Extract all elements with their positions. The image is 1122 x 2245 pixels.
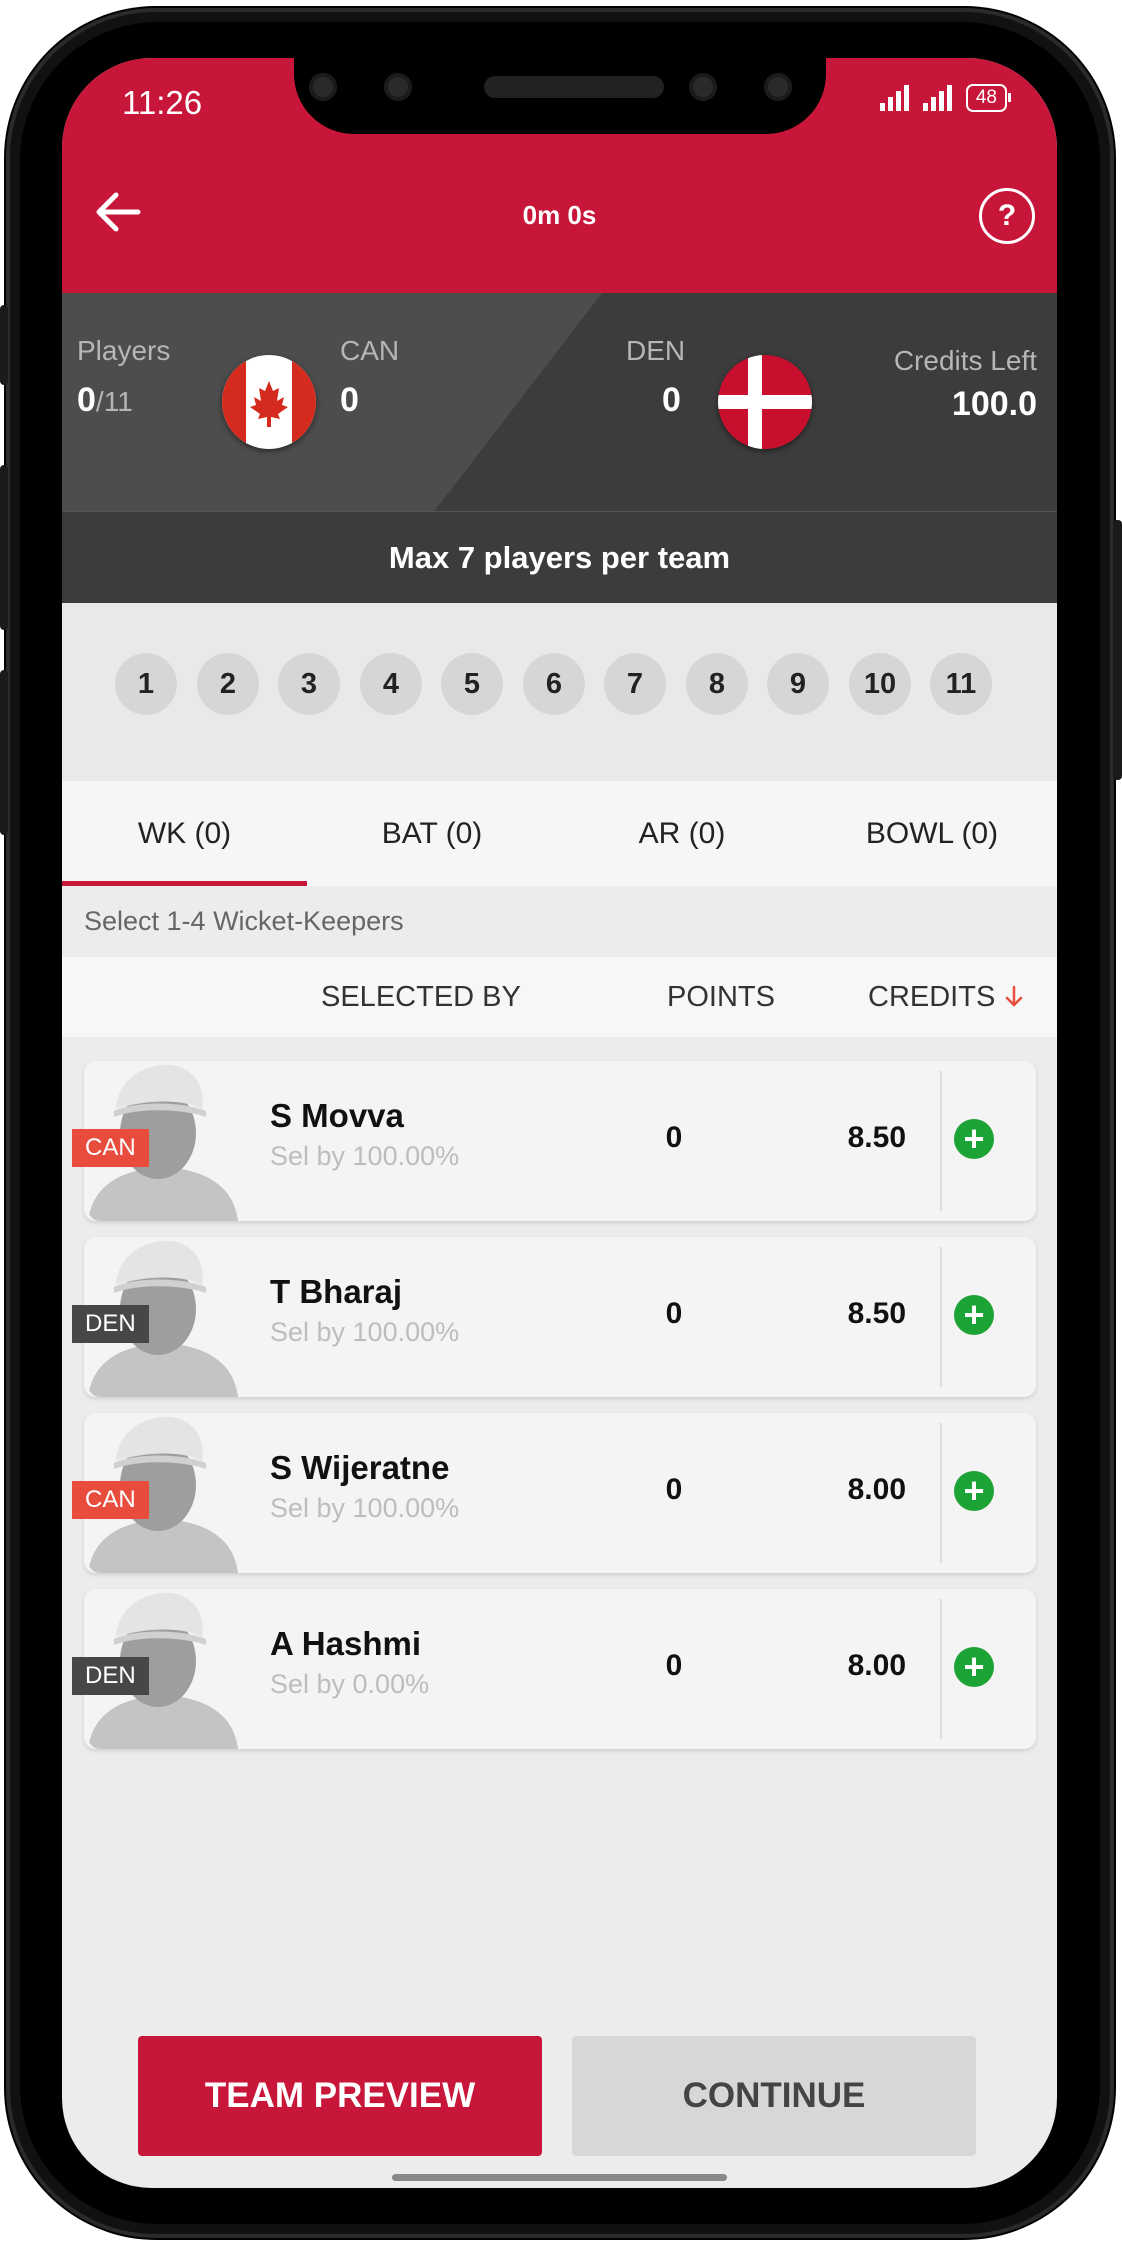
- team-preview-button[interactable]: TEAM PREVIEW: [138, 2036, 542, 2156]
- player-card[interactable]: DEN A Hashmi Sel by 0.00% 0 8.00 +: [72, 1589, 1036, 1749]
- credits-header-label: CREDITS: [868, 981, 996, 1013]
- camera-icon: [309, 73, 337, 101]
- players-label: Players: [77, 335, 171, 366]
- camera-icon: [689, 73, 717, 101]
- player-credits: 8.50: [847, 1297, 906, 1330]
- tab-ar[interactable]: AR (0): [557, 781, 807, 886]
- players-count: 0/11: [77, 381, 133, 420]
- player-selected-pct: Sel by 0.00%: [270, 1669, 430, 1699]
- player-selected-pct: Sel by 100.00%: [270, 1317, 460, 1347]
- player-slot: 10: [849, 653, 911, 715]
- camera-notch: [294, 58, 826, 134]
- signal-icon: [922, 85, 952, 111]
- card-divider: [940, 1423, 942, 1563]
- selection-hint-text: Select 1-4 Wicket-Keepers: [84, 906, 404, 936]
- status-icons: 48: [879, 84, 1012, 112]
- selection-hint: Select 1-4 Wicket-Keepers: [62, 886, 1057, 957]
- player-card[interactable]: CAN S Movva Sel by 100.00% 0 8.50 +: [72, 1061, 1036, 1221]
- player-points: 0: [665, 1649, 683, 1682]
- player-name: A Hashmi: [270, 1625, 421, 1662]
- earpiece-speaker: [484, 76, 664, 98]
- card-divider: [940, 1247, 942, 1387]
- player-slot: 1: [115, 653, 177, 715]
- max-players-notice: Max 7 players per team: [62, 511, 1057, 604]
- player-slot-row: 1 2 3 4 5 6 7 8 9 10 11: [62, 603, 1057, 781]
- add-player-button[interactable]: +: [954, 1647, 994, 1687]
- player-points: 0: [665, 1121, 683, 1154]
- team-summary: Players 0/11 CAN 0 DEN 0 Credits Left 10…: [62, 293, 1057, 511]
- player-name: S Movva: [270, 1097, 404, 1134]
- team2-code: DEN: [626, 335, 686, 366]
- column-header: SELECTED BY POINTS CREDITS: [62, 957, 1057, 1037]
- player-slot: 9: [767, 653, 829, 715]
- player-card[interactable]: CAN S Wijeratne Sel by 100.00% 0 8.00 +: [72, 1413, 1036, 1573]
- help-button[interactable]: ?: [979, 188, 1035, 244]
- credits-value: 100.0: [951, 385, 1037, 423]
- team-summary-left-panel: [62, 293, 602, 511]
- tab-bat[interactable]: BAT (0): [307, 781, 557, 886]
- player-selected-pct: Sel by 100.00%: [270, 1141, 460, 1171]
- phone-side-button: [0, 670, 8, 835]
- role-tabs: WK (0) BAT (0) AR (0) BOWL (0): [62, 781, 1057, 886]
- camera-icon: [384, 73, 412, 101]
- camera-icon: [764, 73, 792, 101]
- credits-label: Credits Left: [893, 345, 1037, 376]
- team-tag: DEN: [72, 1657, 149, 1695]
- phone-side-button: [0, 305, 8, 385]
- battery-icon: 48: [965, 84, 1012, 112]
- team-tag: DEN: [72, 1305, 149, 1343]
- player-credits: 8.00: [847, 1473, 906, 1506]
- team1-code: CAN: [340, 335, 400, 366]
- player-slot: 11: [930, 653, 992, 715]
- status-time: 11:26: [122, 84, 203, 121]
- arrow-down-icon: [1006, 985, 1023, 1007]
- player-points: 0: [665, 1297, 683, 1330]
- player-slot: 6: [523, 653, 585, 715]
- team1-count: 0: [340, 381, 359, 419]
- match-timer: 0m 0s: [522, 200, 597, 230]
- add-player-button[interactable]: +: [954, 1471, 994, 1511]
- canada-flag-icon: [222, 355, 316, 449]
- home-indicator[interactable]: [392, 2174, 727, 2181]
- player-slot: 5: [441, 653, 503, 715]
- player-credits: 8.50: [847, 1121, 906, 1154]
- player-slot: 2: [197, 653, 259, 715]
- team-tag: CAN: [72, 1481, 149, 1519]
- players-total: /11: [95, 386, 133, 417]
- selected-by-header[interactable]: SELECTED BY: [321, 981, 521, 1014]
- card-divider: [940, 1599, 942, 1739]
- add-player-button[interactable]: +: [954, 1295, 994, 1335]
- tab-bowl[interactable]: BOWL (0): [807, 781, 1057, 886]
- player-selected-pct: Sel by 100.00%: [270, 1493, 460, 1523]
- player-slot: 7: [604, 653, 666, 715]
- phone-side-button: [0, 465, 8, 630]
- points-header[interactable]: POINTS: [667, 981, 775, 1014]
- credits-header[interactable]: CREDITS: [868, 981, 1025, 1014]
- players-selected: 0: [77, 381, 96, 419]
- player-slot: 4: [360, 653, 422, 715]
- app-header: 11:26 48 0m 0s ?: [62, 58, 1057, 293]
- phone-power-button: [1113, 520, 1122, 780]
- player-slot: 3: [278, 653, 340, 715]
- player-card[interactable]: DEN T Bharaj Sel by 100.00% 0 8.50 +: [72, 1237, 1036, 1397]
- app-screen: 11:26 48 0m 0s ? Players 0/11 CAN 0 DEN …: [62, 58, 1057, 2188]
- denmark-flag-icon: [718, 355, 812, 449]
- tab-wk[interactable]: WK (0): [62, 781, 307, 886]
- team-tag: CAN: [72, 1129, 149, 1167]
- card-divider: [940, 1071, 942, 1211]
- add-player-button[interactable]: +: [954, 1119, 994, 1159]
- signal-icon: [879, 85, 909, 111]
- player-credits: 8.00: [847, 1649, 906, 1682]
- player-slot: 8: [686, 653, 748, 715]
- player-name: T Bharaj: [270, 1273, 403, 1310]
- continue-button[interactable]: CONTINUE: [572, 2036, 976, 2156]
- player-name: S Wijeratne: [270, 1449, 450, 1486]
- player-points: 0: [665, 1473, 683, 1506]
- team2-count: 0: [662, 381, 681, 419]
